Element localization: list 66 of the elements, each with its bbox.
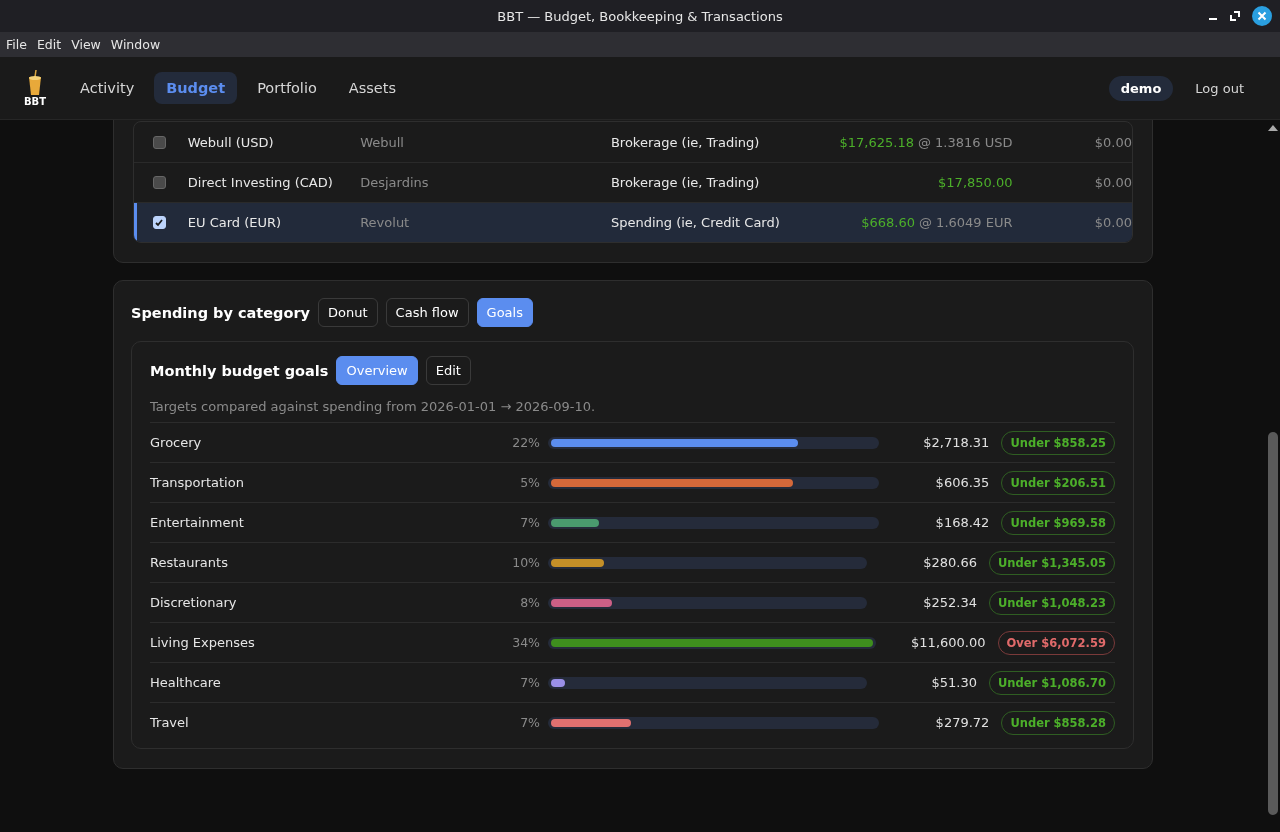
drink-cup-icon <box>27 69 43 96</box>
menu-item[interactable]: Window <box>110 37 161 52</box>
maximize-icon[interactable] <box>1230 11 1240 21</box>
institution-cell-text: Revolut <box>360 215 411 230</box>
logo-text: BBT <box>23 95 47 107</box>
account-type: Spending (ie, Credit Card) <box>610 215 781 230</box>
section-title: Spending by category <box>131 304 311 321</box>
spent-amount: $280.66 <box>922 555 977 570</box>
scroll-up-icon[interactable] <box>1268 124 1278 132</box>
user-badge[interactable]: demo <box>1108 75 1174 101</box>
date-range-note: Targets compared against spending from 2026-01-01 → 2026-09-10. <box>150 399 597 414</box>
account-name: Direct Investing (CAD) <box>187 175 334 190</box>
nav-tab[interactable]: Activity <box>68 72 147 104</box>
checkbox[interactable] <box>153 135 166 149</box>
share-percent: 7% <box>519 515 540 530</box>
spent-amount: $11,600.00 <box>910 635 986 650</box>
account-name: Webull (USD) <box>187 134 275 150</box>
view-toggle[interactable]: Cash flow <box>385 298 469 327</box>
amount-cell-text: $0.00 <box>1093 215 1132 230</box>
share-percent: 8% <box>519 595 540 610</box>
balance-amount: $17,625.18 <box>839 134 914 150</box>
balance-amount: $17,850.00 <box>938 175 1013 190</box>
category-name: Transportation <box>150 475 245 490</box>
spent-amount: $252.34 <box>922 595 977 610</box>
scrollbar-thumb[interactable] <box>1268 432 1278 815</box>
amount-cell-text: $0.00 <box>1093 134 1132 150</box>
category-name: Living Expenses <box>150 635 256 650</box>
window-title: BBT — Budget, Bookkeeping & Transactions <box>497 8 783 24</box>
account-name: EU Card (EUR) <box>187 215 283 230</box>
menu-item[interactable]: Edit <box>36 37 62 52</box>
panel-title: Monthly budget goals <box>150 362 329 379</box>
account-type: Brokerage (ie, Trading) <box>610 175 761 190</box>
share-percent: 7% <box>519 715 540 730</box>
spent-amount: $606.35 <box>934 475 990 490</box>
institution-cell-text: Desjardins <box>360 175 430 190</box>
category-name: Discretionary <box>150 595 238 610</box>
exchange-rate: @ 1.3816 USD <box>917 134 1013 150</box>
category-name: Travel <box>150 715 190 730</box>
category-name: Entertainment <box>150 515 245 530</box>
balance-amount: $668.60 <box>861 215 915 230</box>
amount-cell-text: $0.00 <box>1093 175 1132 190</box>
menu-item[interactable]: File <box>6 37 27 52</box>
category-name: Healthcare <box>150 675 222 690</box>
mode-toggle[interactable]: Edit <box>425 356 471 385</box>
category-name: Restaurants <box>150 555 229 570</box>
close-icon[interactable] <box>1252 6 1272 26</box>
institution-cell-text: Webull <box>360 134 405 150</box>
view-toggle[interactable]: Donut <box>318 298 378 327</box>
spent-amount: $168.42 <box>934 515 990 530</box>
checkbox[interactable] <box>153 176 166 189</box>
share-percent: 5% <box>519 475 540 490</box>
menu-item[interactable]: View <box>71 37 101 52</box>
spent-amount: $279.72 <box>934 715 990 730</box>
exchange-rate: @ 1.6049 EUR <box>919 215 1013 230</box>
share-percent: 34% <box>511 635 540 650</box>
account-type: Brokerage (ie, Trading) <box>610 134 761 150</box>
category-name: Grocery <box>150 435 203 450</box>
nav-tab[interactable]: Assets <box>336 72 408 104</box>
logout-button[interactable]: Log out <box>1181 74 1258 102</box>
nav-tab[interactable]: Budget <box>154 72 238 104</box>
nav-tab[interactable]: Portfolio <box>245 72 329 104</box>
share-percent: 10% <box>511 555 540 570</box>
share-percent: 7% <box>519 675 540 690</box>
spent-amount: $51.30 <box>930 675 977 690</box>
spent-amount: $2,718.31 <box>922 435 990 450</box>
share-percent: 22% <box>511 435 540 450</box>
